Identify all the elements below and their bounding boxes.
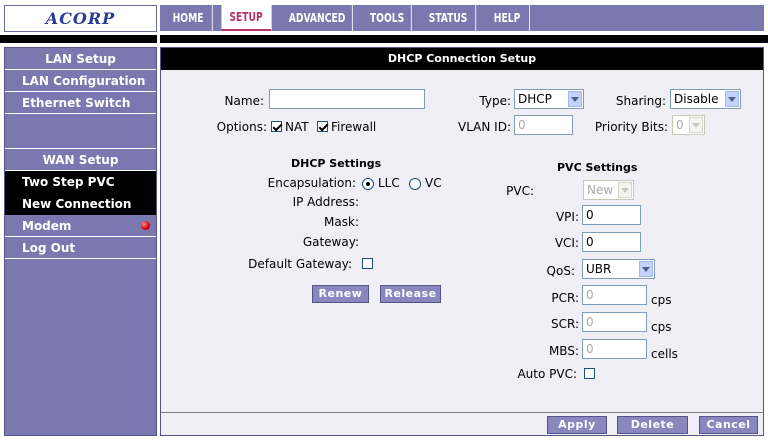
auto-pvc-checkbox[interactable] <box>584 368 595 379</box>
encap-vc-label: VC <box>425 176 442 190</box>
auto-pvc-label: Auto PVC: <box>517 367 577 381</box>
release-button[interactable]: Release <box>380 285 441 303</box>
firewall-label: Firewall <box>331 120 377 134</box>
logo-text: ACORP <box>45 9 116 28</box>
chevron-down-icon <box>689 117 703 133</box>
chevron-down-icon <box>618 182 632 198</box>
vpi-label: VPI: <box>555 210 579 224</box>
default-gateway-label: Default Gateway: <box>248 257 352 271</box>
scr-input[interactable] <box>582 312 647 332</box>
tab-advanced[interactable]: ADVANCED <box>282 5 353 31</box>
mbs-label: MBS: <box>548 344 579 358</box>
vci-input[interactable] <box>582 232 641 252</box>
delete-button[interactable]: Delete <box>617 416 688 434</box>
qos-label: QoS: <box>546 264 575 278</box>
sidebar-item-new-connection[interactable]: New Connection <box>5 193 156 215</box>
sidebar-item-two-step-pvc[interactable]: Two Step PVC <box>5 171 156 193</box>
options-label: Options: <box>216 120 267 134</box>
sidebar-item-lan-configuration[interactable]: LAN Configuration <box>5 70 156 92</box>
sidebar-item-modem[interactable]: Modem <box>5 215 156 237</box>
encap-llc-radio[interactable] <box>362 178 374 190</box>
sidebar-header-wan-setup[interactable]: WAN Setup <box>5 149 156 171</box>
chevron-down-icon <box>725 91 739 107</box>
modem-status-icon <box>141 221 150 230</box>
sharing-select[interactable]: Disable <box>670 89 741 109</box>
pcr-input[interactable] <box>582 285 647 305</box>
chevron-down-icon <box>639 261 653 277</box>
type-select-value: DHCP <box>518 92 552 106</box>
apply-button[interactable]: Apply <box>547 416 607 434</box>
encap-vc-radio[interactable] <box>409 178 421 190</box>
gateway-label: Gateway: <box>302 235 359 249</box>
sharing-label: Sharing: <box>615 94 666 108</box>
encapsulation-label: Encapsulation: <box>267 176 356 190</box>
sidebar-item-ethernet-switch[interactable]: Ethernet Switch <box>5 92 156 114</box>
scr-unit: cps <box>651 320 672 334</box>
pcr-label: PCR: <box>551 291 579 305</box>
renew-button[interactable]: Renew <box>312 285 369 303</box>
main-panel: DHCP Connection Setup Name: Type: DHCP S… <box>160 47 764 436</box>
tab-setup[interactable]: SETUP <box>221 5 272 31</box>
tab-home[interactable]: HOME <box>164 5 213 31</box>
header-divider <box>0 35 768 43</box>
mbs-unit: cells <box>651 347 678 361</box>
sidebar-spacer <box>5 114 156 149</box>
acorp-logo: ACORP <box>4 5 157 32</box>
pvc-label: PVC: <box>506 184 534 198</box>
name-label: Name: <box>224 94 264 108</box>
type-select[interactable]: DHCP <box>514 89 584 109</box>
vlan-id-input[interactable] <box>514 115 573 135</box>
action-bar: Apply Delete Cancel <box>161 412 763 435</box>
name-input[interactable] <box>269 89 425 109</box>
vpi-input[interactable] <box>582 205 641 225</box>
scr-label: SCR: <box>550 317 579 331</box>
mask-label: Mask: <box>324 215 359 229</box>
tab-tools[interactable]: TOOLS <box>363 5 412 31</box>
pvc-select[interactable]: New <box>583 180 634 200</box>
tab-status[interactable]: STATUS <box>421 5 477 31</box>
priority-bits-select[interactable]: 0 <box>672 115 705 135</box>
nat-checkbox[interactable] <box>271 121 282 132</box>
dhcp-settings-title: DHCP Settings <box>291 157 382 170</box>
mbs-input[interactable] <box>582 339 647 359</box>
qos-select[interactable]: UBR <box>582 259 655 279</box>
sidebar-item-modem-label: Modem <box>22 219 72 233</box>
priority-bits-value: 0 <box>676 118 684 132</box>
firewall-checkbox[interactable] <box>317 121 328 132</box>
vlan-id-label: VLAN ID: <box>458 120 511 134</box>
nat-label: NAT <box>285 120 309 134</box>
default-gateway-checkbox[interactable] <box>362 258 373 269</box>
pcr-unit: cps <box>651 293 672 307</box>
cancel-button[interactable]: Cancel <box>699 416 758 434</box>
priority-bits-label: Priority Bits: <box>594 120 668 134</box>
sidebar-header-lan-setup[interactable]: LAN Setup <box>5 48 156 70</box>
sidebar: LAN Setup LAN Configuration Ethernet Swi… <box>4 47 157 436</box>
chevron-down-icon <box>568 91 582 107</box>
tab-help[interactable]: HELP <box>485 5 531 31</box>
type-label: Type: <box>479 94 511 108</box>
pvc-settings-title: PVC Settings <box>557 161 638 174</box>
pvc-select-value: New <box>587 183 614 197</box>
vci-label: VCI: <box>554 236 579 250</box>
encap-llc-label: LLC <box>378 176 400 190</box>
sidebar-item-log-out[interactable]: Log Out <box>5 237 156 259</box>
ip-address-label: IP Address: <box>292 195 359 209</box>
qos-select-value: UBR <box>586 262 612 276</box>
top-navigation: HOME SETUP ADVANCED TOOLS STATUS HELP <box>160 5 764 31</box>
sharing-select-value: Disable <box>674 92 719 106</box>
page-title: DHCP Connection Setup <box>161 48 763 70</box>
